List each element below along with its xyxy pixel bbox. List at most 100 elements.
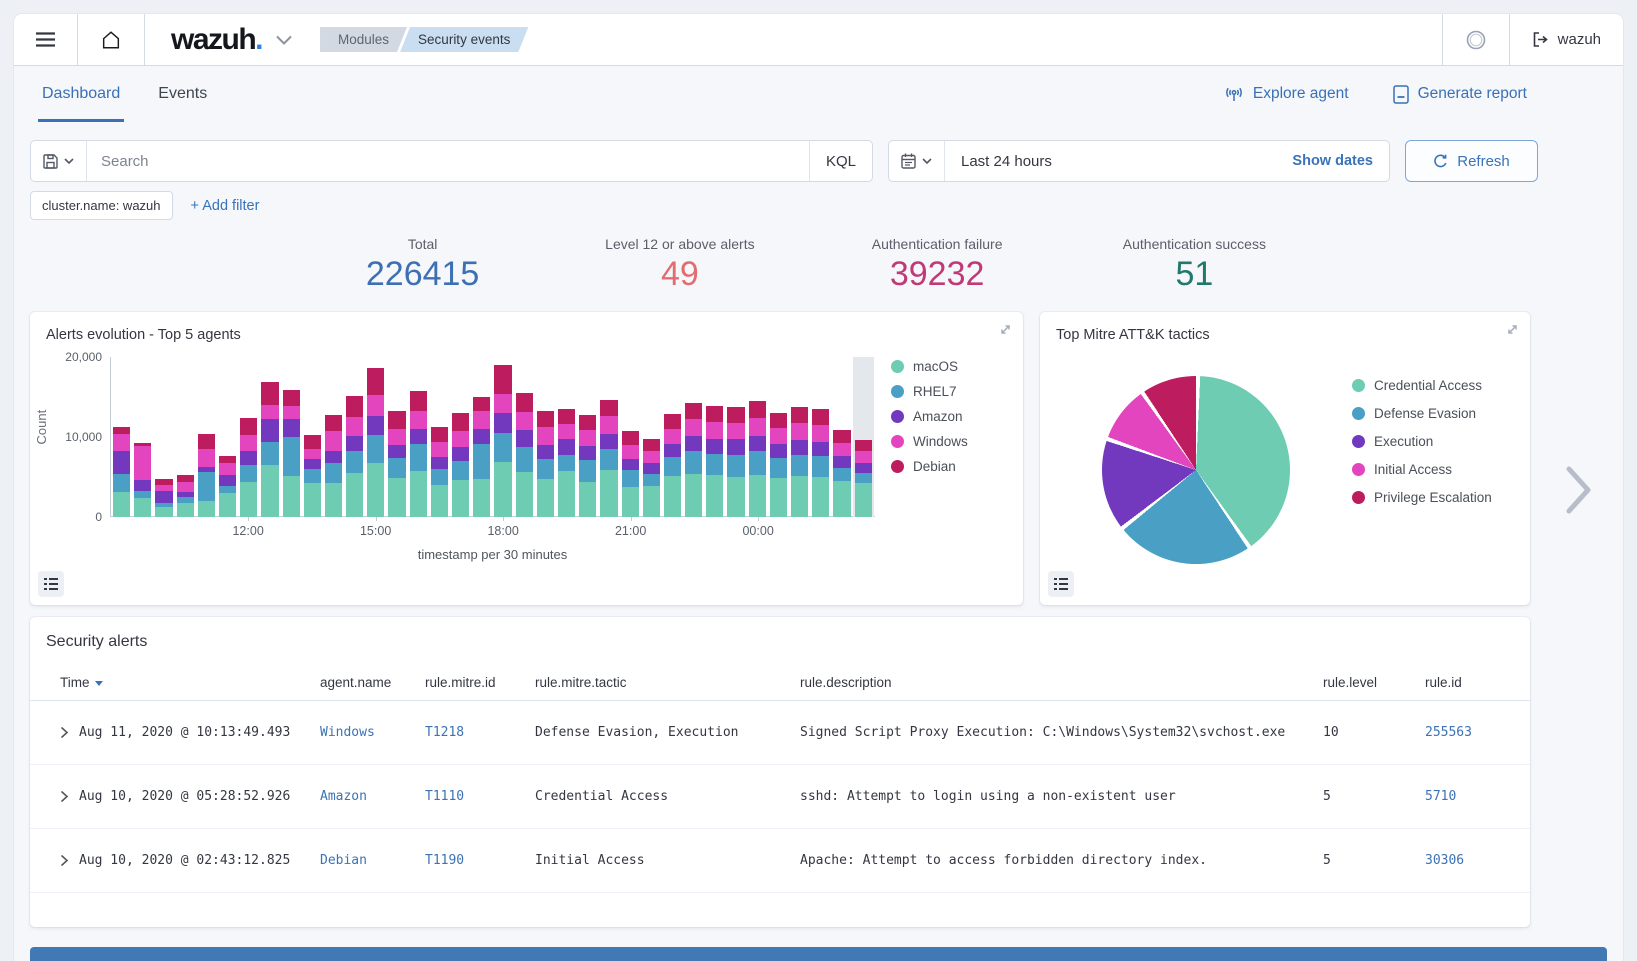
table-body: Aug 11, 2020 @ 10:13:49.493WindowsT1218D… xyxy=(30,701,1530,893)
column-header-rule-level[interactable]: rule.level xyxy=(1323,675,1425,690)
bar-stack[interactable] xyxy=(664,357,681,517)
bar-stack[interactable] xyxy=(622,357,639,517)
legend-item-credential-access[interactable]: Credential Access xyxy=(1352,378,1492,393)
legend-item-defense-evasion[interactable]: Defense Evasion xyxy=(1352,406,1492,421)
bar-stack[interactable] xyxy=(261,357,278,517)
bar-stack[interactable] xyxy=(113,357,130,517)
legend-item-windows[interactable]: Windows xyxy=(891,434,968,449)
user-menu[interactable]: wazuh xyxy=(1509,14,1623,65)
bar-stack[interactable] xyxy=(431,357,448,517)
inspect-button[interactable] xyxy=(38,571,64,597)
search-input[interactable] xyxy=(87,153,809,170)
refresh-button[interactable]: Refresh xyxy=(1405,140,1538,182)
cell-agent-name[interactable]: Amazon xyxy=(320,789,425,804)
wazuh-logo[interactable]: wazuh. Modules Security events xyxy=(145,14,538,65)
inspect-button[interactable] xyxy=(1048,571,1074,597)
bar-stack[interactable] xyxy=(283,357,300,517)
add-filter-button[interactable]: + Add filter xyxy=(191,198,260,214)
bar-stack[interactable] xyxy=(600,357,617,517)
cell-rule-id[interactable]: 255563 xyxy=(1425,725,1530,740)
kql-toggle[interactable]: KQL xyxy=(809,141,872,181)
legend-item-debian[interactable]: Debian xyxy=(891,459,968,474)
bar-stack[interactable] xyxy=(855,357,872,517)
generate-report-button[interactable]: Generate report xyxy=(1393,85,1527,104)
cell-rule-mitre-id[interactable]: T1218 xyxy=(425,725,535,740)
legend-item-initial-access[interactable]: Initial Access xyxy=(1352,462,1492,477)
bar-stack[interactable] xyxy=(643,357,660,517)
breadcrumb-security-events[interactable]: Security events xyxy=(400,27,528,52)
legend-item-macos[interactable]: macOS xyxy=(891,359,968,374)
bar-stack[interactable] xyxy=(388,357,405,517)
legend-item-privilege-escalation[interactable]: Privilege Escalation xyxy=(1352,490,1492,505)
cell-rule-mitre-id[interactable]: T1190 xyxy=(425,853,535,868)
bar-stack[interactable] xyxy=(473,357,490,517)
next-panel-chevron[interactable] xyxy=(1564,464,1594,516)
bar-segment-windows xyxy=(558,424,575,439)
tab-events[interactable]: Events xyxy=(158,66,207,122)
chevron-down-icon[interactable] xyxy=(276,35,292,45)
cell-agent-name[interactable]: Windows xyxy=(320,725,425,740)
expand-row-caret[interactable] xyxy=(60,726,69,739)
bar-segment-amazon xyxy=(516,430,533,447)
bar-stack[interactable] xyxy=(494,357,511,517)
expand-row-caret[interactable] xyxy=(60,854,69,867)
bar-stack[interactable] xyxy=(833,357,850,517)
column-header-rule-id[interactable]: rule.id xyxy=(1425,675,1530,690)
column-header-agent-name[interactable]: agent.name xyxy=(320,675,425,690)
bar-stack[interactable] xyxy=(579,357,596,517)
bar-segment-rhel7 xyxy=(113,474,130,492)
calendar-button[interactable] xyxy=(889,141,945,181)
mitre-pie-chart[interactable] xyxy=(1102,376,1290,564)
bar-stack[interactable] xyxy=(304,357,321,517)
bar-segment-debian xyxy=(283,390,300,406)
bar-stack[interactable] xyxy=(706,357,723,517)
bar-stack[interactable] xyxy=(155,357,172,517)
bar-stack[interactable] xyxy=(134,357,151,517)
bar-stack[interactable] xyxy=(727,357,744,517)
bar-stack[interactable] xyxy=(770,357,787,517)
saved-queries-button[interactable] xyxy=(31,141,87,181)
expand-row-caret[interactable] xyxy=(60,790,69,803)
bar-stack[interactable] xyxy=(219,357,236,517)
bar-stack[interactable] xyxy=(452,357,469,517)
column-header-rule-description[interactable]: rule.description xyxy=(800,675,1323,690)
bar-stack[interactable] xyxy=(812,357,829,517)
breadcrumb-modules[interactable]: Modules xyxy=(320,27,407,52)
bar-segment-rhel7 xyxy=(304,469,321,483)
legend-item-amazon[interactable]: Amazon xyxy=(891,409,968,424)
bar-stack[interactable] xyxy=(198,357,215,517)
cell-agent-name[interactable]: Debian xyxy=(320,853,425,868)
bar-stack[interactable] xyxy=(537,357,554,517)
bar-stack[interactable] xyxy=(325,357,342,517)
legend-item-execution[interactable]: Execution xyxy=(1352,434,1492,449)
bar-stack[interactable] xyxy=(410,357,427,517)
legend-item-rhel7[interactable]: RHEL7 xyxy=(891,384,968,399)
cell-rule-id[interactable]: 30306 xyxy=(1425,853,1530,868)
column-header-rule-mitre-id[interactable]: rule.mitre.id xyxy=(425,675,535,690)
bar-stack[interactable] xyxy=(516,357,533,517)
bar-stack[interactable] xyxy=(558,357,575,517)
explore-agent-button[interactable]: Explore agent xyxy=(1224,85,1349,103)
expand-icon[interactable] xyxy=(1505,322,1520,337)
bar-stack[interactable] xyxy=(367,357,384,517)
bar-stack[interactable] xyxy=(685,357,702,517)
time-range-value[interactable]: Last 24 hours xyxy=(945,153,1276,170)
x-axis-label: 12:00 xyxy=(232,524,263,538)
column-header-rule-mitre-tactic[interactable]: rule.mitre.tactic xyxy=(535,675,800,690)
bar-stack[interactable] xyxy=(177,357,194,517)
cell-rule-mitre-id[interactable]: T1110 xyxy=(425,789,535,804)
show-dates-button[interactable]: Show dates xyxy=(1276,153,1389,169)
bar-stack[interactable] xyxy=(346,357,363,517)
cell-time: Aug 10, 2020 @ 05:28:52.926 xyxy=(60,789,320,804)
home-button[interactable] xyxy=(78,14,145,65)
filter-pill-cluster-name[interactable]: cluster.name: wazuh xyxy=(30,191,173,220)
tab-dashboard[interactable]: Dashboard xyxy=(42,66,120,122)
bar-stack[interactable] xyxy=(791,357,808,517)
bar-stack[interactable] xyxy=(240,357,257,517)
expand-icon[interactable] xyxy=(998,322,1013,337)
column-header-time[interactable]: Time xyxy=(60,675,320,690)
menu-button[interactable] xyxy=(14,14,78,65)
bar-stack[interactable] xyxy=(749,357,766,517)
save-icon xyxy=(43,154,58,169)
cell-rule-id[interactable]: 5710 xyxy=(1425,789,1530,804)
